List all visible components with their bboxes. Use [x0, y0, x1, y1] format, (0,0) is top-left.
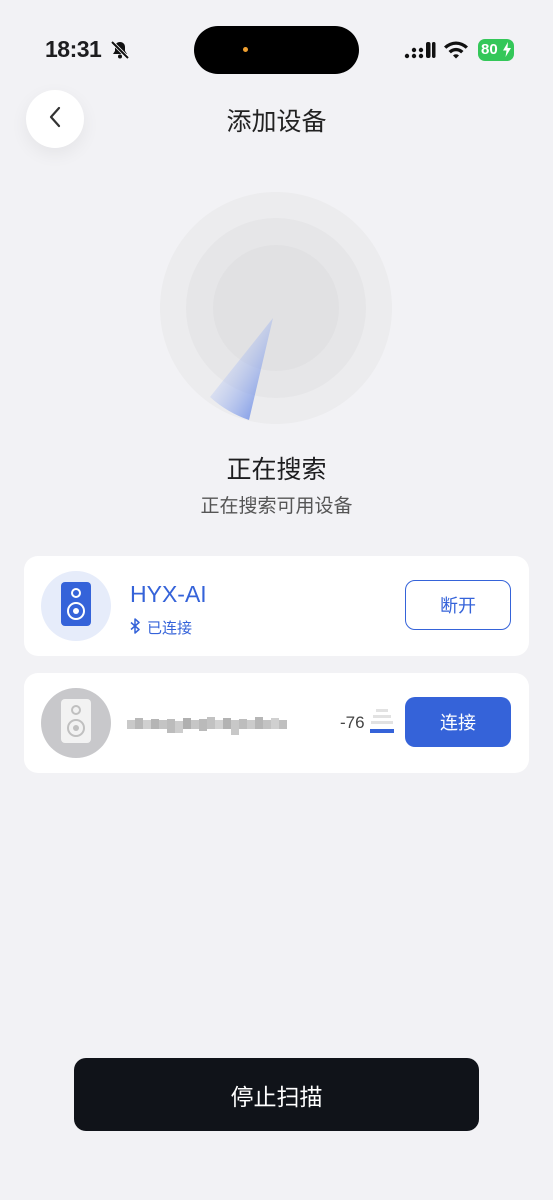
device-card-connected[interactable]: HYX-AI 已连接 断开 — [24, 556, 529, 656]
connect-button[interactable]: 连接 — [405, 697, 511, 747]
radar-scan-animation — [160, 192, 392, 424]
device-avatar — [41, 571, 111, 641]
mic-indicator — [243, 47, 248, 52]
device-card-available[interactable]: -76 连接 — [24, 673, 529, 773]
signal-strength-icon — [370, 709, 394, 741]
battery-charging-icon: 80 — [478, 39, 514, 61]
signal-strength-value: -76 — [340, 713, 365, 732]
dynamic-island — [194, 26, 359, 74]
device-avatar — [41, 688, 111, 758]
bolt-icon — [503, 42, 511, 64]
battery-level: 80 — [481, 41, 498, 58]
connection-status: 已连接 — [130, 617, 192, 638]
disconnect-button[interactable]: 断开 — [405, 580, 511, 630]
bluetooth-icon — [130, 617, 140, 638]
search-status-title: 正在搜索 — [226, 455, 327, 484]
connection-status-label: 已连接 — [147, 619, 193, 637]
stop-scan-button[interactable]: 停止扫描 — [74, 1058, 479, 1131]
wifi-icon — [443, 40, 469, 64]
speaker-icon — [61, 699, 91, 747]
speaker-icon — [61, 582, 91, 630]
status-bar: 18:31 80 — [0, 0, 553, 100]
page-title: 添加设备 — [226, 107, 327, 136]
status-time: 18:31 — [45, 36, 102, 62]
cellular-signal-icon — [404, 40, 436, 64]
bell-muted-icon — [110, 40, 130, 64]
search-status-subtitle: 正在搜索可用设备 — [200, 495, 353, 517]
device-name-blurred — [127, 711, 287, 737]
device-name: HYX-AI — [130, 581, 207, 607]
